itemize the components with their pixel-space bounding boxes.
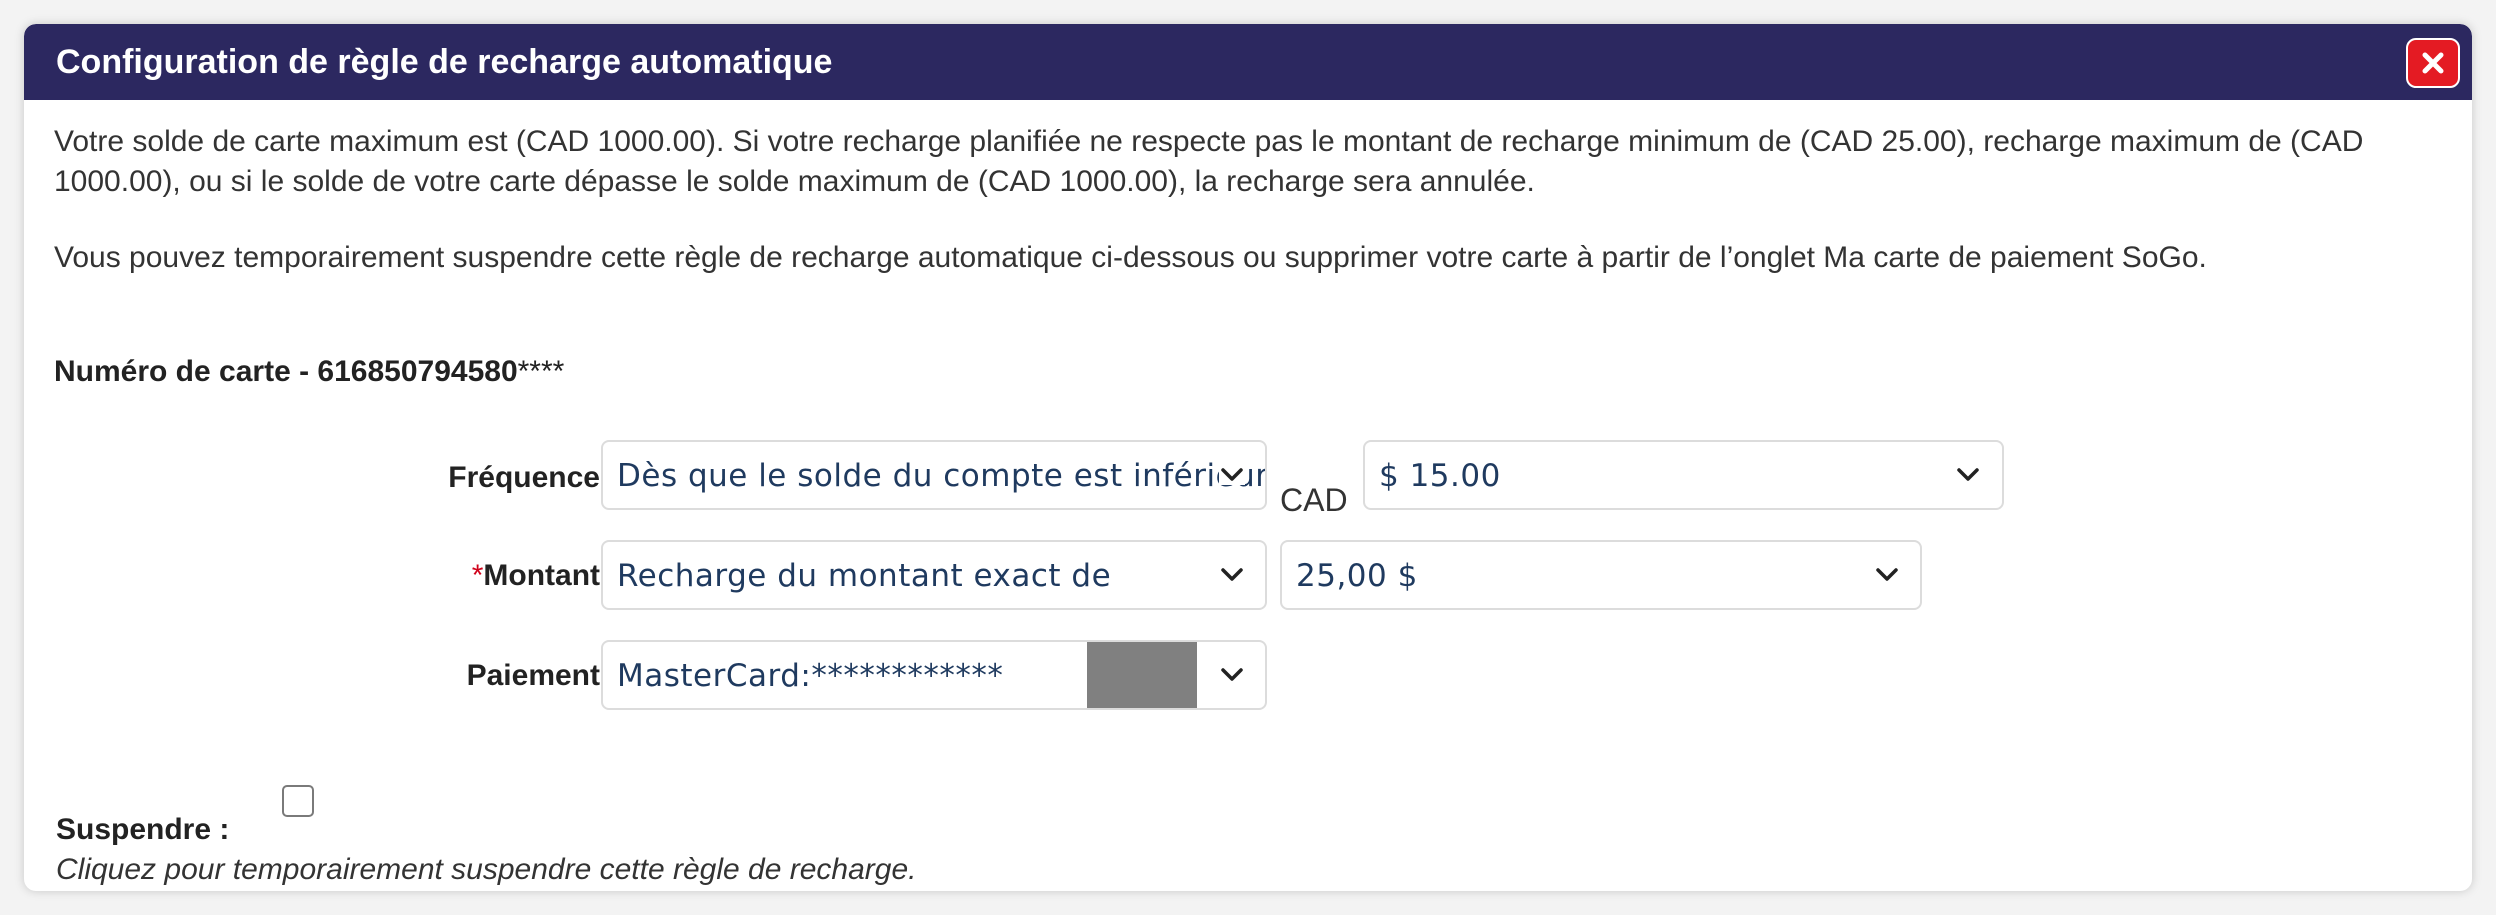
redaction-block xyxy=(1087,642,1197,708)
chevron-down-icon xyxy=(1874,565,1900,585)
chevron-down-icon xyxy=(1955,465,1981,485)
payment-select-value: MasterCard:************ xyxy=(617,658,1004,694)
close-button[interactable] xyxy=(2406,38,2460,88)
threshold-select[interactable]: $ 15.00 xyxy=(1363,440,2004,510)
info-paragraph-limits: Votre solde de carte maximum est (CAD 10… xyxy=(54,125,2364,198)
amount-value-select[interactable]: 25,00 $ xyxy=(1280,540,1922,610)
info-paragraph-suspend: Vous pouvez temporairement suspendre cet… xyxy=(54,241,2207,274)
amount-label: *Montant: xyxy=(404,556,610,596)
dialog-titlebar: Configuration de règle de recharge autom… xyxy=(24,24,2472,100)
dialog-title: Configuration de règle de recharge autom… xyxy=(56,43,833,81)
suspend-hint: Cliquez pour temporairement suspendre ce… xyxy=(56,853,917,886)
card-number: Numéro de carte - 616850794580**** xyxy=(54,352,564,392)
frequency-select-value: Dès que le solde du compte est inférieur… xyxy=(617,458,1267,494)
chevron-down-icon xyxy=(1219,565,1245,585)
card-number-mask: **** xyxy=(517,355,565,388)
frequency-select[interactable]: Dès que le solde du compte est inférieur… xyxy=(601,440,1267,510)
card-number-label: Numéro de carte - 616850794580 xyxy=(54,355,518,388)
frequency-label: Fréquence: xyxy=(448,461,610,494)
threshold-select-value: $ 15.00 xyxy=(1379,458,1501,494)
amount-type-select[interactable]: Recharge du montant exact de xyxy=(601,540,1267,610)
amount-value-select-value: 25,00 $ xyxy=(1296,558,1418,594)
amount-label-text: Montant: xyxy=(483,559,610,592)
autoreload-dialog: Configuration de règle de recharge autom… xyxy=(24,24,2472,891)
chevron-down-icon xyxy=(1219,665,1245,685)
payment-label: Paiement: xyxy=(466,659,610,692)
close-icon xyxy=(2422,52,2444,74)
required-marker: * xyxy=(471,559,484,592)
chevron-down-icon xyxy=(1219,465,1245,485)
suspend-checkbox[interactable] xyxy=(282,785,314,817)
currency-label: CAD xyxy=(1280,482,1348,518)
payment-select[interactable]: MasterCard:************ xyxy=(601,640,1267,710)
suspend-label: Suspendre : xyxy=(56,813,230,846)
amount-type-select-value: Recharge du montant exact de xyxy=(617,558,1112,594)
